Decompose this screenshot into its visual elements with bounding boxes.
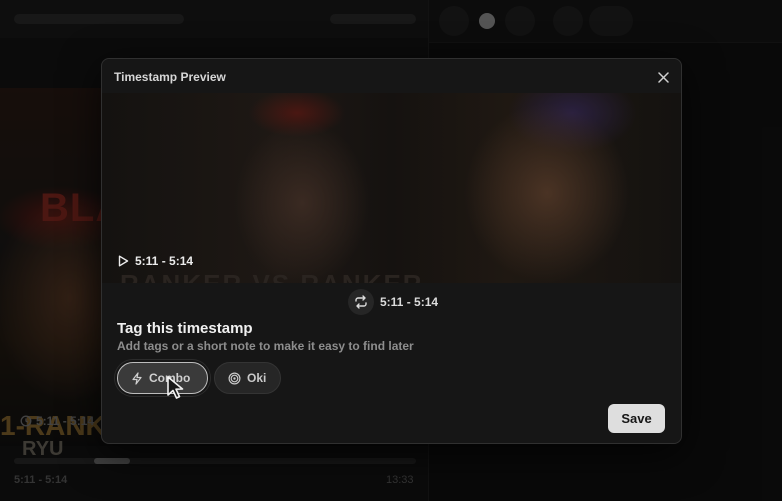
tag-chip-label: Oki: [247, 371, 267, 385]
target-icon: [228, 371, 241, 385]
play-icon: [118, 255, 129, 267]
dialog-header: Timestamp Preview: [102, 59, 681, 93]
video-preview[interactable]: RANKER VS RANKER 5:11 - 5:14: [102, 93, 681, 283]
loop-button[interactable]: [348, 289, 374, 315]
dialog-title: Timestamp Preview: [114, 70, 226, 84]
tag-chip-combo[interactable]: Combo: [117, 362, 208, 394]
tag-section-title: Tag this timestamp: [117, 320, 253, 337]
save-button[interactable]: Save: [608, 404, 665, 433]
preview-banner-text: RANKER VS RANKER: [120, 269, 681, 283]
preview-time-text: 5:11 - 5:14: [135, 254, 194, 268]
close-icon: [657, 71, 669, 83]
tag-section-subtitle: Add tags or a short note to make it easy…: [117, 339, 414, 353]
preview-play-time[interactable]: 5:11 - 5:14: [118, 254, 193, 268]
repeat-icon: [355, 295, 367, 309]
lightning-icon: [132, 371, 142, 385]
timestamp-preview-dialog: Timestamp Preview RANKER VS RANKER 5:11 …: [101, 58, 682, 444]
close-button[interactable]: [654, 68, 672, 86]
tag-chip-oki[interactable]: Oki: [214, 362, 281, 394]
range-text: 5:11 - 5:14: [380, 295, 439, 309]
timestamp-range: 5:11 - 5:14: [348, 289, 438, 315]
mouse-cursor-icon: [167, 376, 184, 399]
